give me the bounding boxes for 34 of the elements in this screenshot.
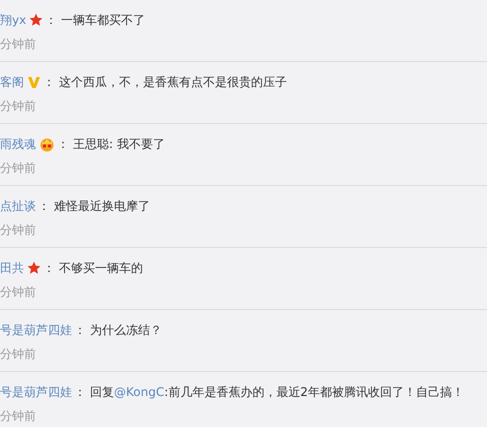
reply-prefix: 回复: [90, 384, 114, 400]
comment-text: 难怪最近换电摩了: [54, 198, 150, 214]
colon-separator: ：: [45, 12, 58, 28]
colon-separator: ：: [74, 322, 86, 338]
comment-time: 分钟前: [0, 222, 37, 239]
colon-separator: ：: [43, 260, 55, 276]
comment-text: 这个西瓜，不，是香蕉有点不是很贵的压子: [59, 74, 287, 90]
user-name-link[interactable]: 点扯谈: [0, 198, 36, 214]
comment-time: 分钟前: [0, 284, 37, 301]
colon-separator: ：: [38, 198, 50, 214]
comment-text: :前几年是香蕉办的，最近2年都被腾讯收回了！自己搞！: [164, 384, 464, 400]
comment-text: 不够买一辆车的: [59, 260, 143, 276]
user-name-link[interactable]: 雨残魂: [0, 136, 36, 152]
colon-separator: ：: [57, 136, 69, 152]
comment-text: 王思聪: 我不要了: [73, 136, 165, 152]
star-icon: [27, 261, 41, 275]
colon-separator: ：: [74, 384, 86, 400]
v-icon: [27, 75, 41, 89]
user-name-link[interactable]: 田共: [0, 260, 24, 276]
comment-text: 为什么冻结？: [90, 322, 162, 338]
comment-time: 分钟前: [0, 160, 37, 177]
comment-time: 分钟前: [0, 98, 37, 115]
user-name-link[interactable]: 号是葫芦四娃: [0, 322, 72, 338]
crown-icon: [39, 136, 55, 152]
user-name-link[interactable]: 翔yx: [0, 12, 26, 28]
comment-time: 分钟前: [0, 36, 37, 53]
mention-link[interactable]: @KongC: [114, 385, 164, 399]
star-icon: [29, 13, 44, 27]
user-name-link[interactable]: 号是葫芦四娃: [0, 384, 72, 400]
comment-time: 分钟前: [0, 408, 37, 425]
comment-text: 一辆车都买不了: [61, 12, 146, 28]
user-name-link[interactable]: 客阁: [0, 74, 24, 90]
comment-time: 分钟前: [0, 346, 37, 363]
colon-separator: ：: [43, 74, 55, 90]
